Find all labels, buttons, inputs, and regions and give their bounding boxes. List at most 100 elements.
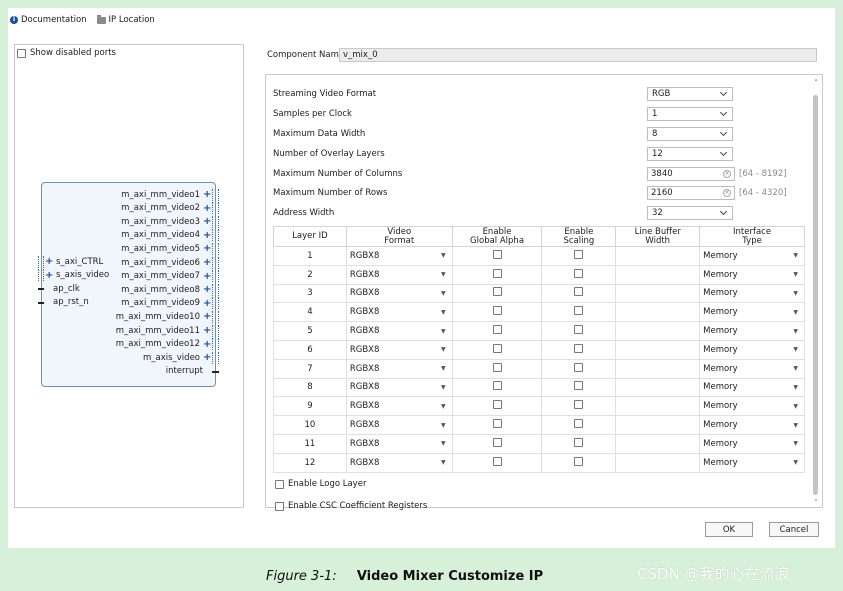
port-m-axi-mm-video9[interactable]: m_axi_mm_video9 +: [121, 297, 219, 310]
samples-per-clock-select[interactable]: 1: [647, 107, 733, 121]
global-alpha-checkbox[interactable]: [492, 343, 502, 353]
video-format-select[interactable]: RGBX8 ▼: [345, 283, 453, 304]
number-of-overlay-layers-select[interactable]: 12: [647, 147, 733, 161]
video-format-select[interactable]: RGBX8 ▼: [345, 321, 453, 341]
address-width-select[interactable]: 32: [647, 206, 733, 220]
global-alpha-checkbox[interactable]: [492, 287, 502, 297]
port-m-axi-mm-video12[interactable]: m_axi_mm_video12 +: [116, 338, 219, 351]
global-alpha-checkbox[interactable]: [492, 419, 502, 429]
expand-icon[interactable]: +: [203, 298, 211, 309]
interface-type-select[interactable]: Memory ▼: [699, 396, 805, 417]
global-alpha-checkbox[interactable]: [492, 362, 502, 372]
component-name-field[interactable]: v_mix_0: [339, 48, 817, 62]
line-buffer-cell[interactable]: [615, 264, 701, 285]
scaling-checkbox[interactable]: [574, 437, 584, 447]
scaling-checkbox[interactable]: [574, 306, 584, 316]
line-buffer-cell[interactable]: [615, 302, 701, 323]
line-buffer-cell[interactable]: [615, 377, 701, 398]
global-alpha-checkbox[interactable]: [492, 268, 502, 278]
interface-type-select[interactable]: Memory ▼: [699, 302, 805, 323]
clear-icon[interactable]: ×: [723, 170, 731, 178]
line-buffer-cell[interactable]: [615, 321, 701, 341]
scaling-checkbox[interactable]: [574, 381, 584, 391]
video-format-select[interactable]: RGBX8 ▼: [345, 396, 453, 417]
interface-type-select[interactable]: Memory ▼: [699, 358, 805, 379]
port-m-axi-mm-video3[interactable]: m_axi_mm_video3 +: [121, 215, 219, 228]
port-m-axi-mm-video4[interactable]: m_axi_mm_video4 +: [121, 229, 219, 242]
enable-csc-checkbox[interactable]: [275, 501, 284, 511]
expand-icon[interactable]: +: [45, 270, 53, 281]
port-m-axi-mm-video10[interactable]: m_axi_mm_video10 +: [116, 310, 219, 323]
port-m-axis-video[interactable]: m_axis_video +: [143, 351, 219, 364]
maximum-data-width-select[interactable]: 8: [647, 127, 733, 141]
video-format-select[interactable]: RGBX8 ▼: [345, 452, 453, 473]
port-m-axi-mm-video1[interactable]: m_axi_mm_video1 +: [121, 188, 219, 201]
interface-type-select[interactable]: Memory ▼: [699, 321, 805, 341]
expand-icon[interactable]: +: [203, 189, 211, 200]
scroll-thumb[interactable]: [813, 95, 818, 495]
line-buffer-cell[interactable]: [615, 452, 701, 473]
ip-location-link[interactable]: IP Location: [96, 14, 155, 25]
vertical-scrollbar[interactable]: ˄ ˅: [812, 79, 820, 507]
port-interrupt[interactable]: interrupt: [166, 365, 219, 378]
expand-icon[interactable]: +: [203, 203, 211, 214]
port-m-axi-mm-video5[interactable]: m_axi_mm_video5 +: [121, 242, 219, 255]
expand-icon[interactable]: +: [203, 284, 211, 295]
port-ap-rst-n[interactable]: ap_rst_n: [38, 296, 89, 309]
expand-icon[interactable]: +: [203, 257, 211, 268]
video-format-select[interactable]: RGBX8 ▼: [345, 415, 453, 435]
scaling-checkbox[interactable]: [574, 268, 584, 278]
video-format-select[interactable]: RGBX8 ▼: [345, 339, 453, 360]
video-format-select[interactable]: RGBX8 ▼: [345, 246, 453, 266]
scaling-checkbox[interactable]: [574, 343, 584, 353]
line-buffer-cell[interactable]: [615, 246, 701, 266]
scaling-checkbox[interactable]: [574, 249, 584, 259]
ok-button[interactable]: OK: [705, 522, 753, 537]
line-buffer-cell[interactable]: [615, 396, 701, 417]
line-buffer-cell[interactable]: [615, 339, 701, 360]
line-buffer-cell[interactable]: [615, 358, 701, 379]
interface-type-select[interactable]: Memory ▼: [699, 415, 805, 435]
show-disabled-ports-option[interactable]: Show disabled ports: [17, 48, 116, 58]
scaling-checkbox[interactable]: [574, 362, 584, 372]
interface-type-select[interactable]: Memory ▼: [699, 283, 805, 304]
clear-icon[interactable]: ×: [723, 189, 731, 197]
global-alpha-checkbox[interactable]: [492, 400, 502, 410]
enable-logo-layer-checkbox[interactable]: [275, 479, 284, 489]
expand-icon[interactable]: +: [203, 243, 211, 254]
video-format-select[interactable]: RGBX8 ▼: [345, 302, 453, 323]
show-disabled-ports-checkbox[interactable]: [17, 48, 26, 58]
documentation-link[interactable]: i Documentation: [10, 15, 87, 25]
cancel-button[interactable]: Cancel: [769, 522, 819, 537]
expand-icon[interactable]: +: [45, 256, 53, 267]
global-alpha-checkbox[interactable]: [492, 456, 502, 466]
port-m-axi-mm-video11[interactable]: m_axi_mm_video11 +: [116, 324, 219, 337]
interface-type-select[interactable]: Memory ▼: [699, 339, 805, 360]
interface-type-select[interactable]: Memory ▼: [699, 377, 805, 398]
video-format-select[interactable]: RGBX8 ▼: [345, 264, 453, 285]
interface-type-select[interactable]: Memory ▼: [699, 452, 805, 473]
global-alpha-checkbox[interactable]: [492, 306, 502, 316]
global-alpha-checkbox[interactable]: [492, 381, 502, 391]
scroll-up-icon[interactable]: ˄: [812, 79, 820, 87]
line-buffer-cell[interactable]: [615, 415, 701, 435]
enable-csc-option[interactable]: Enable CSC Coefficient Registers: [275, 501, 427, 511]
scaling-checkbox[interactable]: [574, 400, 584, 410]
port-m-axi-mm-video7[interactable]: m_axi_mm_video7 +: [121, 270, 219, 283]
video-format-select[interactable]: RGBX8 ▼: [345, 358, 453, 379]
global-alpha-checkbox[interactable]: [492, 437, 502, 447]
maximum-number-of-columns-field[interactable]: 3840 ×: [647, 167, 735, 181]
interface-type-select[interactable]: Memory ▼: [699, 264, 805, 285]
line-buffer-cell[interactable]: [615, 433, 701, 454]
expand-icon[interactable]: +: [203, 311, 211, 322]
interface-type-select[interactable]: Memory ▼: [699, 433, 805, 454]
expand-icon[interactable]: +: [203, 271, 211, 282]
expand-icon[interactable]: +: [203, 352, 211, 363]
video-format-select[interactable]: RGBX8 ▼: [345, 377, 453, 398]
expand-icon[interactable]: +: [203, 216, 211, 227]
scaling-checkbox[interactable]: [574, 419, 584, 429]
expand-icon[interactable]: +: [203, 325, 211, 336]
scaling-checkbox[interactable]: [574, 287, 584, 297]
global-alpha-checkbox[interactable]: [492, 325, 502, 335]
port-s-axi-ctrl[interactable]: + s_axi_CTRL: [38, 255, 103, 268]
